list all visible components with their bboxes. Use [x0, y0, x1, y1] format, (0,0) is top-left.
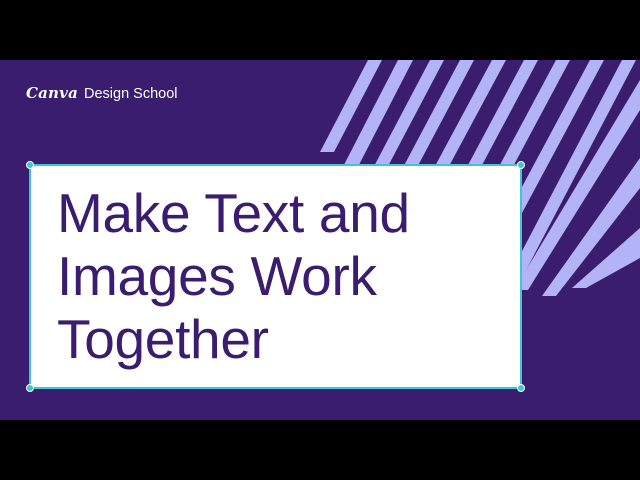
video-frame: Canva Design School Make Text and Images…: [0, 0, 640, 480]
headline-line-1: Make Text and: [57, 182, 410, 244]
resize-handle-bottom-left[interactable]: [26, 384, 34, 392]
headline-line-2: Images Work: [57, 245, 377, 307]
selected-text-box[interactable]: Make Text and Images Work Together: [26, 161, 525, 392]
slide-canvas: Canva Design School Make Text and Images…: [0, 60, 640, 420]
canva-logo: Canva: [26, 84, 78, 102]
headline: Make Text and Images Work Together: [57, 182, 410, 371]
resize-handle-top-left[interactable]: [26, 161, 34, 169]
brand-logo: Canva Design School: [26, 84, 178, 102]
resize-handle-bottom-right[interactable]: [517, 384, 525, 392]
brand-name: Design School: [84, 86, 178, 102]
headline-line-3: Together: [57, 308, 269, 370]
resize-handle-top-right[interactable]: [517, 161, 525, 169]
